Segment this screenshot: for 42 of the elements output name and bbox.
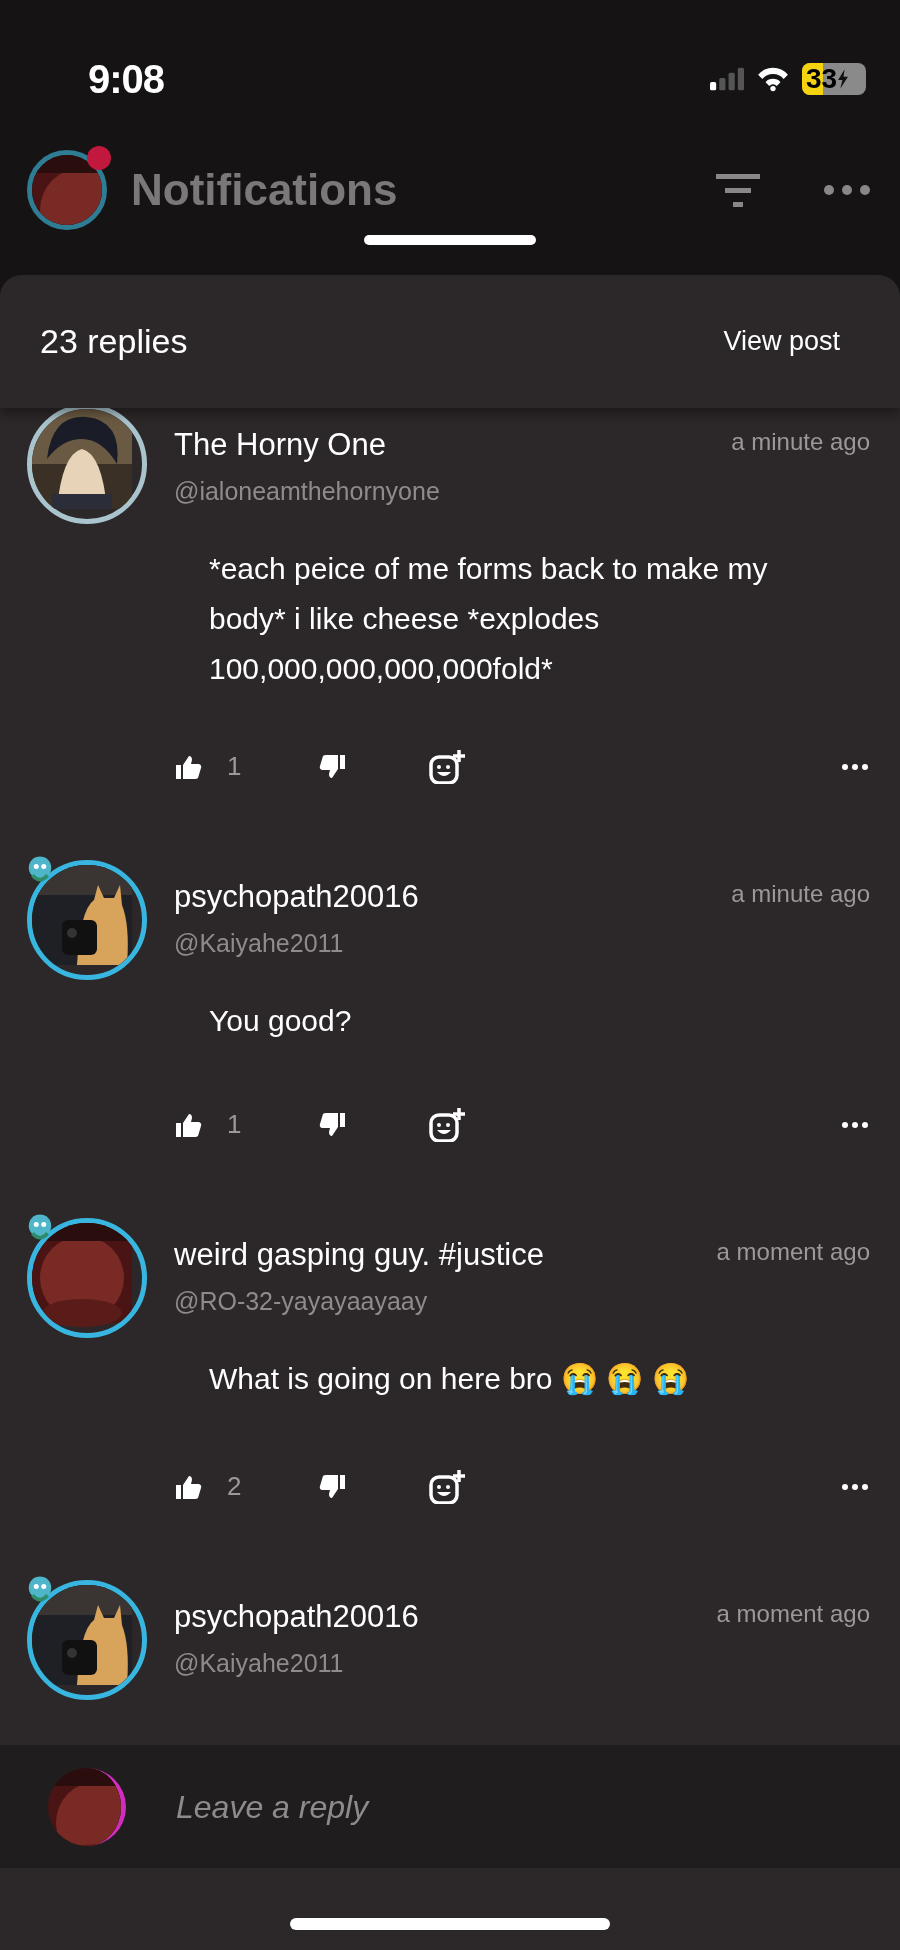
charging-icon — [837, 69, 850, 89]
timestamp: a moment ago — [716, 1599, 870, 1629]
user-handle: @Kaiyahe2011 — [174, 1647, 345, 1679]
more-icon[interactable] — [842, 1121, 868, 1128]
username: weird gasping guy. #justice — [174, 1236, 544, 1274]
thumbs-up-icon[interactable] — [174, 1111, 202, 1138]
timestamp: a minute ago — [731, 879, 870, 909]
username: psychopath20016 — [174, 878, 419, 916]
thumbs-down-icon[interactable] — [319, 1473, 347, 1500]
clock: 9:08 — [88, 56, 165, 103]
comment-text: What is going on here bro 😭 😭 😭 — [208, 1361, 690, 1397]
filter-icon[interactable] — [716, 173, 760, 207]
add-reaction-icon[interactable] — [429, 749, 465, 784]
thumbs-down-icon[interactable] — [319, 1111, 347, 1138]
thumbs-up-icon[interactable] — [174, 753, 202, 780]
signal-icon — [710, 67, 744, 91]
battery-percentage: 33 — [805, 65, 838, 93]
username: The Horny One — [174, 426, 386, 464]
page-title: Notifications — [131, 164, 399, 216]
timestamp: a moment ago — [716, 1237, 870, 1267]
user-handle: @Kaiyahe2011 — [174, 927, 345, 959]
like-count: 1 — [227, 750, 243, 783]
thumbs-up-icon[interactable] — [174, 1473, 202, 1500]
reply-bar[interactable]: Leave a reply — [0, 1745, 900, 1868]
more-icon[interactable] — [842, 1483, 868, 1490]
comment-text: *each peice of me forms back to make my body* i like cheese *explodes 100,000,000,000,000fold* — [208, 551, 769, 687]
user-handle: @RO-32-yayayaayaay — [174, 1285, 429, 1317]
more-icon[interactable] — [842, 763, 868, 770]
user-handle: @ialoneamthehornyone — [174, 475, 441, 507]
add-reaction-icon[interactable] — [429, 1469, 465, 1504]
thumbs-down-icon[interactable] — [319, 753, 347, 780]
view-post-link[interactable]: View post — [723, 321, 840, 362]
like-count: 1 — [227, 1108, 243, 1141]
comment-text: You good? — [208, 1003, 353, 1039]
wifi-icon — [756, 66, 790, 92]
add-reaction-icon[interactable] — [429, 1107, 465, 1142]
like-count: 2 — [227, 1470, 243, 1503]
drag-handle[interactable] — [364, 235, 536, 245]
reply-count: 23 replies — [40, 321, 188, 362]
reply-input[interactable]: Leave a reply — [176, 1782, 900, 1831]
username: psychopath20016 — [174, 1598, 419, 1636]
timestamp: a minute ago — [731, 427, 870, 457]
